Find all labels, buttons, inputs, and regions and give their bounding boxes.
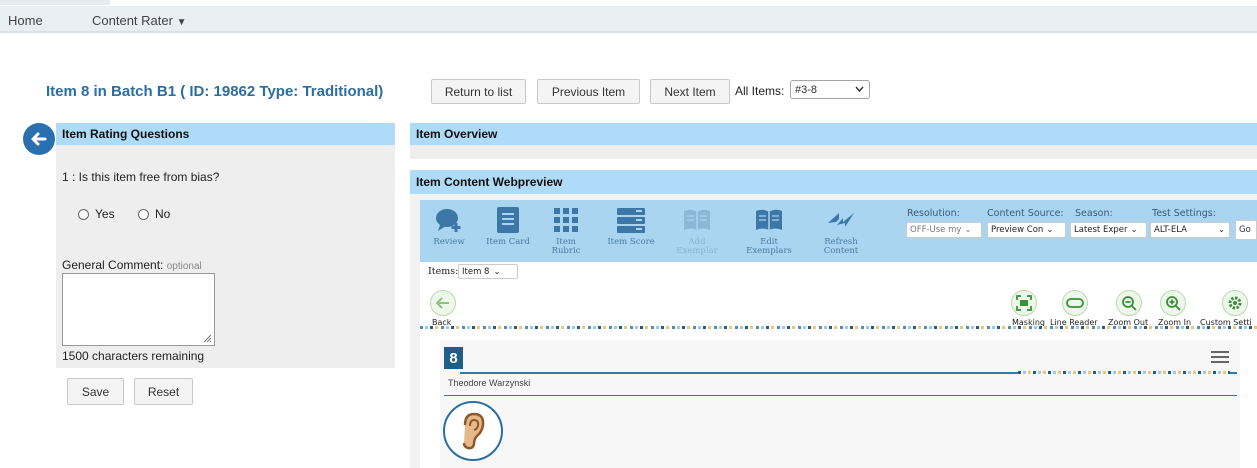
content-source-value: Preview Con	[991, 225, 1044, 235]
yes-label: Yes	[95, 207, 115, 221]
item-author: Theodore Warzynski	[448, 378, 531, 388]
listen-button[interactable]	[443, 401, 503, 461]
no-label: No	[155, 207, 171, 221]
item-overview-body	[410, 145, 1257, 159]
item-score-button[interactable]: Item Score	[606, 205, 656, 247]
item-card-panel	[440, 340, 1240, 468]
refresh-content-button[interactable]: Refresh Content	[816, 205, 866, 256]
zoom-in-icon	[1166, 296, 1181, 311]
page-title: Item 8 in Batch B1 ( ID: 19862 Type: Tra…	[46, 83, 384, 100]
items-label: Items:	[428, 266, 459, 277]
season-value: Latest Exper	[1074, 225, 1128, 235]
edit-exemplars-button[interactable]: Edit Exemplars	[744, 205, 794, 256]
rating-questions-header: Item Rating Questions	[56, 123, 395, 145]
item-score-icon	[617, 208, 645, 233]
resolution-select[interactable]: OFF-Use my ⌄	[906, 222, 982, 238]
add-exemplar-label: Add Exemplar	[676, 237, 718, 256]
content-source-label: Content Source:	[987, 208, 1064, 219]
all-items-select[interactable]: #3-8	[790, 80, 870, 99]
review-button[interactable]: Review	[424, 205, 474, 247]
items-select[interactable]: Item 8 ⌄	[458, 264, 518, 279]
zoom-in-button[interactable]	[1160, 290, 1186, 316]
season-label: Season:	[1075, 208, 1113, 219]
back-arrow-button[interactable]	[23, 123, 55, 155]
item-webpreview-header[interactable]: Item Content Webpreview	[410, 170, 1257, 194]
top-tab	[0, 0, 110, 5]
content-source-select[interactable]: Preview Con ⌄	[987, 222, 1066, 238]
save-button[interactable]: Save	[67, 378, 124, 405]
add-exemplar-button[interactable]: Add Exemplar	[672, 205, 722, 256]
back-button[interactable]	[430, 290, 456, 316]
all-items-label: All Items:	[735, 84, 785, 98]
items-row: Items: Item 8 ⌄	[420, 262, 1257, 282]
card-header-pattern	[1018, 371, 1230, 374]
resolution-value: OFF-Use my	[910, 225, 962, 235]
gear-icon	[1228, 296, 1242, 310]
item-overview-header[interactable]: Item Overview	[410, 123, 1257, 145]
back-arrow-icon	[436, 297, 449, 309]
items-value: Item 8	[462, 266, 490, 277]
test-settings-select[interactable]: ALT-ELA ⌄	[1150, 222, 1230, 238]
review-chat-icon	[436, 209, 461, 232]
masking-button[interactable]	[1011, 290, 1037, 316]
top-nav-bar: Home Content Rater ▼	[0, 6, 1257, 33]
chevron-down-icon: ⌄	[964, 225, 972, 235]
item-card-button[interactable]: Item Card	[483, 205, 533, 247]
refresh-content-label: Refresh Content	[823, 237, 859, 256]
general-comment-textarea[interactable]	[62, 273, 215, 346]
reset-button[interactable]: Reset	[134, 378, 193, 405]
general-comment-text: General Comment:	[62, 258, 164, 272]
next-item-button[interactable]: Next Item	[650, 79, 730, 104]
chevron-down-icon: ⌄	[493, 266, 501, 277]
dropdown-arrow-icon: ▼	[176, 17, 187, 28]
item-card-label: Item Card	[486, 237, 530, 247]
nav-content-rater[interactable]: Content Rater ▼	[92, 13, 186, 28]
custom-settings-button[interactable]	[1222, 290, 1248, 316]
question-text: 1 : Is this item free from bias?	[62, 170, 220, 184]
back-arrow-icon	[31, 132, 47, 146]
chevron-down-icon: ⌄	[1046, 225, 1054, 235]
general-comment-label: General Comment: optional	[62, 258, 202, 272]
hamburger-menu-icon[interactable]	[1210, 350, 1230, 364]
no-radio[interactable]	[138, 209, 149, 220]
nav-content-rater-label: Content Rater	[92, 13, 173, 28]
line-reader-icon	[1066, 298, 1084, 308]
item-rubric-icon	[554, 208, 578, 232]
zoom-out-icon	[1122, 296, 1137, 311]
yes-radio[interactable]	[78, 209, 89, 220]
edit-exemplars-label: Edit Exemplars	[746, 237, 792, 256]
zoom-out-button[interactable]	[1116, 290, 1142, 316]
resize-handle-icon[interactable]	[202, 333, 212, 343]
chevron-down-icon: ⌄	[1217, 225, 1225, 235]
optional-label: optional	[166, 261, 202, 272]
characters-remaining: 1500 characters remaining	[62, 349, 205, 363]
line-reader-button[interactable]	[1062, 290, 1088, 316]
item-rubric-button[interactable]: Item Rubric	[541, 205, 591, 256]
season-select[interactable]: Latest Exper ⌄	[1070, 222, 1147, 238]
resolution-label: Resolution:	[907, 208, 960, 219]
item-card-icon	[497, 207, 519, 233]
item-score-label: Item Score	[607, 237, 655, 247]
go-button[interactable]: Go	[1235, 220, 1257, 240]
item-rubric-label: Item Rubric	[551, 237, 581, 256]
test-settings-value: ALT-ELA	[1154, 225, 1187, 235]
review-label: Review	[433, 237, 465, 247]
chevron-down-icon: ⌄	[1130, 225, 1138, 235]
edit-exemplars-icon	[756, 209, 782, 230]
return-to-list-button[interactable]: Return to list	[431, 79, 526, 104]
all-items-value: #3-8	[795, 83, 818, 96]
chevron-down-icon	[855, 86, 864, 93]
masking-icon	[1016, 295, 1032, 311]
item-number-badge: 8	[444, 347, 463, 369]
toolbar-divider	[420, 326, 1257, 329]
add-exemplar-icon	[684, 209, 710, 230]
refresh-content-icon	[828, 213, 854, 227]
test-settings-label: Test Settings:	[1152, 208, 1216, 219]
ear-icon	[462, 412, 485, 450]
previous-item-button[interactable]: Previous Item	[537, 79, 640, 104]
card-author-line	[444, 395, 1237, 396]
nav-home[interactable]: Home	[8, 13, 43, 28]
